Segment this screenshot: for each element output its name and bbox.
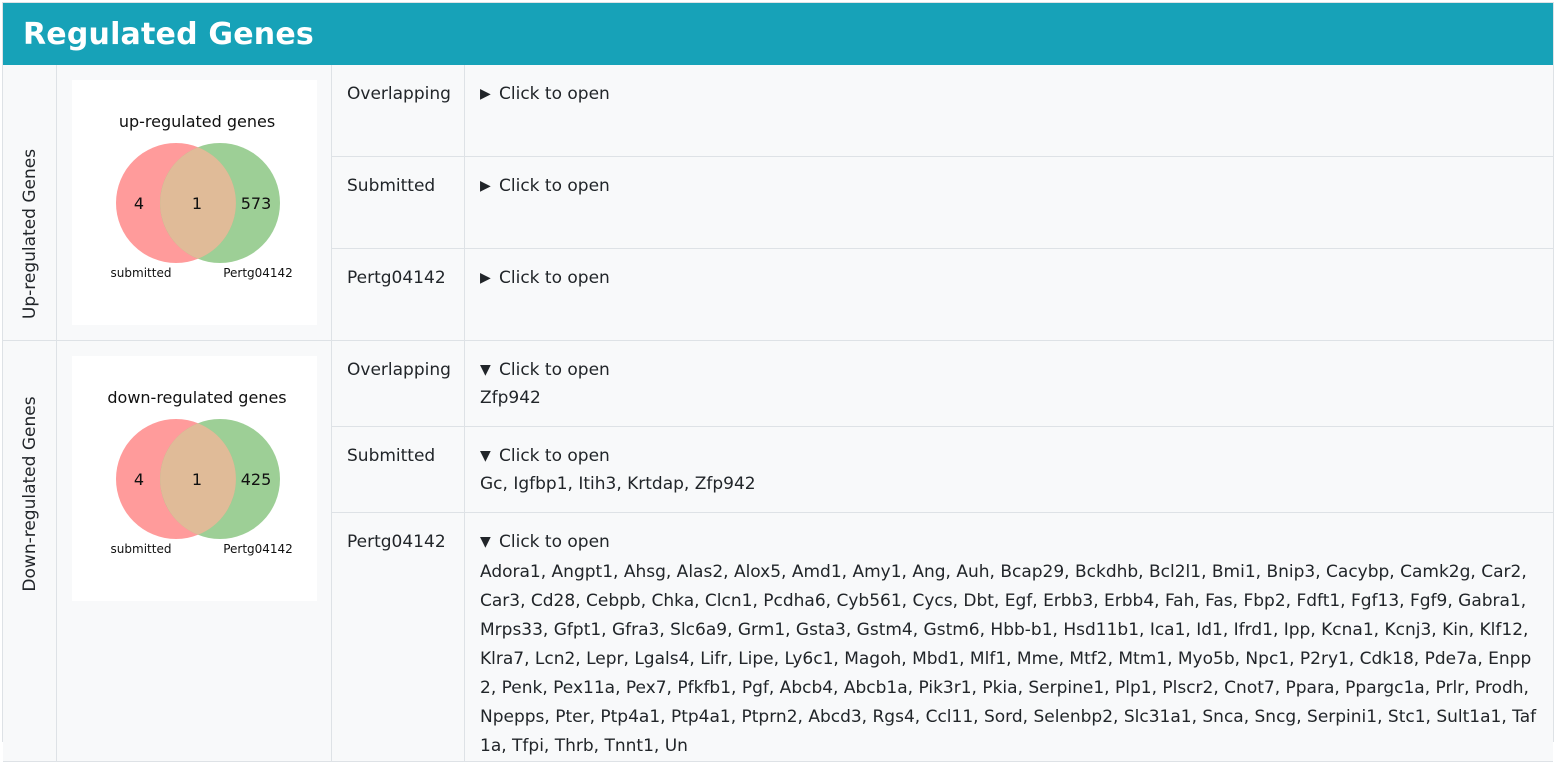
down-venn-left-count: 4 [134, 470, 144, 489]
toggle-label: Click to open [499, 84, 610, 104]
row-name: Submitted [332, 157, 465, 248]
toggle-label: Click to open [499, 445, 610, 466]
click-to-open-toggle[interactable]: ▶ Click to open [480, 84, 1538, 104]
down-label-column: Down-regulated Genes [3, 341, 57, 761]
row-body: ▼ Click to open Adora1, Angpt1, Ahsg, Al… [465, 513, 1553, 761]
up-venn-left-label: submitted [111, 266, 172, 280]
up-venn-right-label: Pertg04142 [223, 266, 293, 280]
up-venn-diagram: up-regulated genes 4 1 573 submitted Per… [72, 80, 317, 325]
down-venn-overlap-count: 1 [192, 470, 202, 489]
row-name: Overlapping [332, 341, 465, 426]
up-row-pertg04142: Pertg04142 ▶ Click to open [332, 249, 1553, 340]
up-label-column: Up-regulated Genes [3, 65, 57, 340]
up-row-overlapping: Overlapping ▶ Click to open [332, 65, 1553, 157]
up-venn-left-count: 4 [134, 194, 144, 213]
toggle-label: Click to open [499, 360, 610, 380]
card-header: Regulated Genes [3, 3, 1553, 65]
down-row-overlapping: Overlapping ▼ Click to open Zfp942 [332, 341, 1553, 427]
down-venn-right-count: 425 [241, 470, 272, 489]
triangle-right-icon: ▶ [480, 270, 491, 286]
triangle-down-icon: ▼ [480, 534, 491, 550]
down-regulated-label: Down-regulated Genes [19, 396, 40, 592]
up-regulated-label: Up-regulated Genes [19, 148, 40, 320]
row-name: Overlapping [332, 65, 465, 156]
down-row-pertg04142: Pertg04142 ▼ Click to open Adora1, Angpt… [332, 513, 1553, 761]
triangle-down-icon: ▼ [480, 447, 491, 464]
down-venn-diagram: down-regulated genes 4 1 425 submitted P… [72, 356, 317, 601]
up-venn-title: up-regulated genes [119, 112, 275, 131]
down-venn-title: down-regulated genes [107, 388, 286, 407]
row-body: ▼ Click to open Gc, Igfbp1, Itih3, Krtda… [465, 427, 1553, 512]
click-to-open-toggle[interactable]: ▶ Click to open [480, 268, 1538, 288]
page-title: Regulated Genes [23, 16, 314, 52]
down-venn-left-label: submitted [111, 542, 172, 556]
up-regulated-section: Up-regulated Genes up-regulated genes 4 … [3, 65, 1553, 341]
toggle-label: Click to open [499, 176, 610, 196]
click-to-open-toggle[interactable]: ▼ Click to open [480, 446, 1538, 466]
up-rows: Overlapping ▶ Click to open Submitted ▶ … [332, 65, 1553, 340]
row-body: ▶ Click to open [465, 65, 1553, 156]
gene-list: Zfp942 [480, 388, 541, 408]
triangle-right-icon: ▶ [480, 178, 491, 194]
row-body: ▶ Click to open [465, 249, 1553, 340]
triangle-down-icon: ▼ [480, 362, 491, 378]
up-venn-right-count: 573 [241, 194, 272, 213]
row-body: ▶ Click to open [465, 157, 1553, 248]
up-venn-column: up-regulated genes 4 1 573 submitted Per… [57, 65, 332, 340]
toggle-label: Click to open [499, 268, 610, 288]
toggle-label: Click to open [499, 532, 610, 552]
regulated-genes-card: Regulated Genes Up-regulated Genes up-re… [2, 2, 1554, 762]
down-venn-right-label: Pertg04142 [223, 542, 293, 556]
triangle-right-icon: ▶ [480, 86, 491, 102]
gene-list: Gc, Igfbp1, Itih3, Krtdap, Zfp942 [480, 473, 756, 494]
down-regulated-section: Down-regulated Genes down-regulated gene… [3, 341, 1553, 762]
row-name: Pertg04142 [332, 249, 465, 340]
down-rows: Overlapping ▼ Click to open Zfp942 Submi… [332, 341, 1553, 761]
up-venn-overlap-count: 1 [192, 194, 202, 213]
click-to-open-toggle[interactable]: ▼ Click to open [480, 532, 1538, 552]
row-name: Pertg04142 [332, 513, 465, 761]
click-to-open-toggle[interactable]: ▶ Click to open [480, 176, 1538, 196]
down-row-submitted: Submitted ▼ Click to open Gc, Igfbp1, It… [332, 426, 1553, 513]
click-to-open-toggle[interactable]: ▼ Click to open [480, 360, 1538, 380]
row-name: Submitted [332, 426, 465, 512]
down-venn-column: down-regulated genes 4 1 425 submitted P… [57, 341, 332, 761]
up-row-submitted: Submitted ▶ Click to open [332, 157, 1553, 249]
row-body: ▼ Click to open Zfp942 [465, 341, 1553, 426]
